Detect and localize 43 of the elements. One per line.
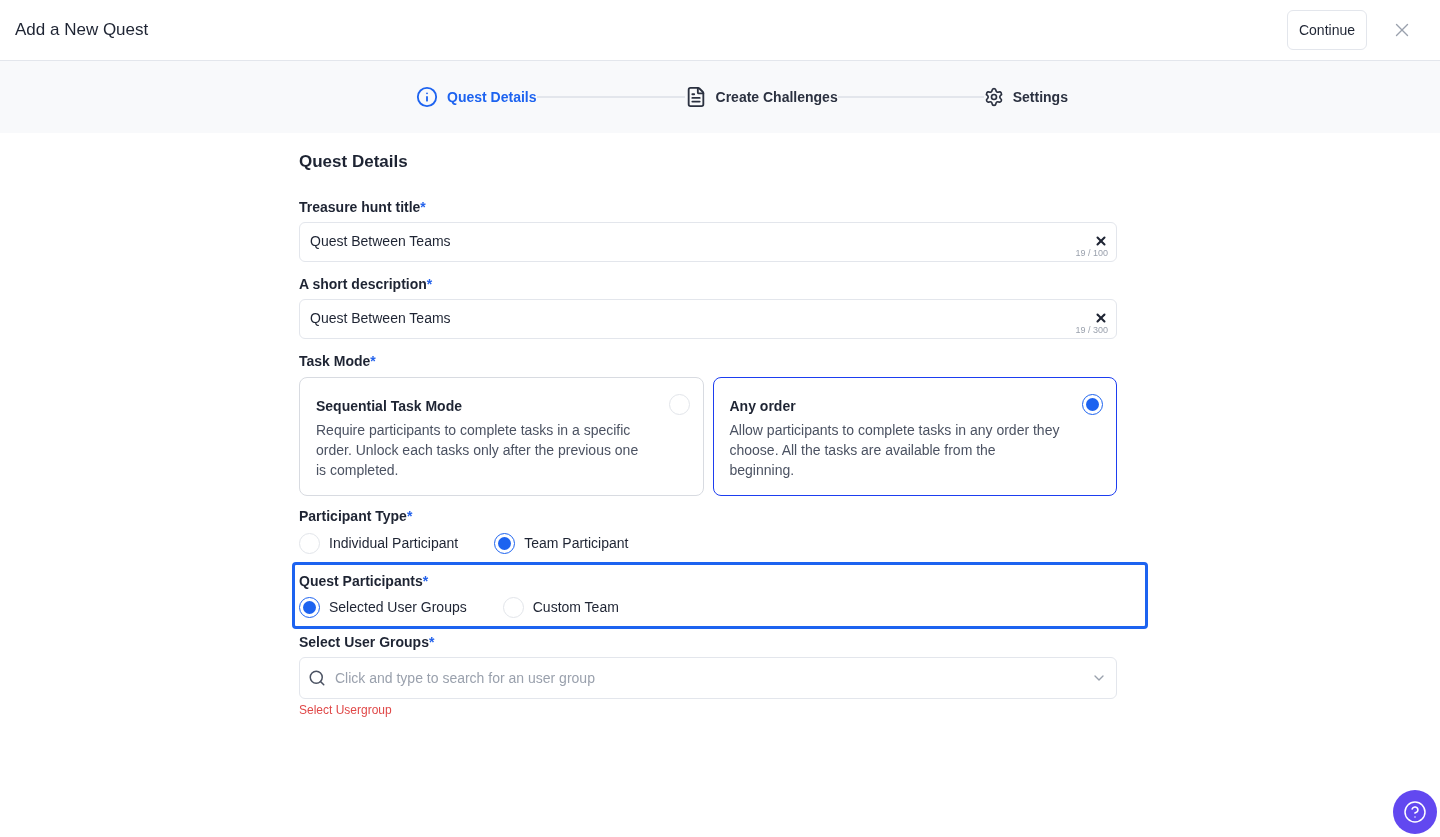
required-mark: *: [426, 274, 433, 294]
field-label: A short description: [299, 274, 427, 294]
radio-label: Selected User Groups: [329, 597, 467, 617]
character-counter: 19 / 100: [1075, 247, 1108, 260]
clear-icon[interactable]: [1094, 310, 1108, 325]
info-icon: [416, 86, 439, 108]
settings-icon: [983, 87, 1004, 107]
field-label: Participant Type: [299, 506, 407, 526]
step-tab[interactable]: Quest Details: [416, 86, 537, 108]
user-group-search-field[interactable]: Click and type to search for an user group: [299, 656, 1117, 699]
task-mode-card[interactable]: Any order Allow participants to complete tasks in any order they choose. All the tasks are available from the beginning.: [712, 376, 1117, 496]
help-icon: [1403, 800, 1427, 824]
dialog-title: Add a New Quest: [15, 19, 150, 42]
option-title: Sequential Task Mode: [316, 396, 462, 416]
help-button[interactable]: [1393, 790, 1437, 834]
search-icon: [308, 668, 326, 687]
radio-label: Individual Participant: [329, 533, 459, 553]
field-label: Task Mode: [299, 351, 371, 371]
continue-button[interactable]: Continue: [1286, 10, 1367, 50]
required-mark: *: [422, 571, 429, 591]
required-mark: *: [420, 197, 426, 217]
required-mark: *: [370, 351, 376, 371]
error-message: Select Usergroup: [299, 701, 393, 719]
step-tab[interactable]: Create Challenges: [684, 86, 838, 108]
field-value: Quest Between Teams: [310, 232, 451, 251]
step-tab[interactable]: Settings: [983, 86, 1068, 108]
section-title: Quest Details: [299, 151, 409, 173]
radio-label: Team Participant: [524, 533, 629, 553]
field-label: Treasure hunt title: [299, 197, 421, 217]
radio-label: Custom Team: [532, 597, 619, 617]
required-mark: *: [428, 632, 435, 652]
task-mode-card[interactable]: Sequential Task Mode Require participants to complete tasks in a specific order. Unlock each tasks only after the previous one is completed.: [299, 376, 704, 496]
character-counter: 19 / 300: [1075, 324, 1108, 337]
text-field[interactable]: Quest Between Teams 19 / 100: [299, 221, 1117, 262]
option-title: Any order: [729, 396, 796, 416]
field-label: Select User Groups: [299, 632, 429, 652]
option-description: Require participants to complete tasks in a specific order. Unlock each tasks only after the previous one is completed.: [316, 420, 640, 480]
field-label: Quest Participants: [299, 571, 423, 591]
clear-icon[interactable]: [1094, 233, 1108, 248]
required-mark: *: [406, 506, 413, 526]
option-description: Allow participants to complete tasks in any order they choose. All the tasks are available from the beginning.: [729, 420, 1060, 480]
field-value: Quest Between Teams: [310, 309, 451, 328]
text-field[interactable]: Quest Between Teams 19 / 300: [299, 298, 1117, 339]
